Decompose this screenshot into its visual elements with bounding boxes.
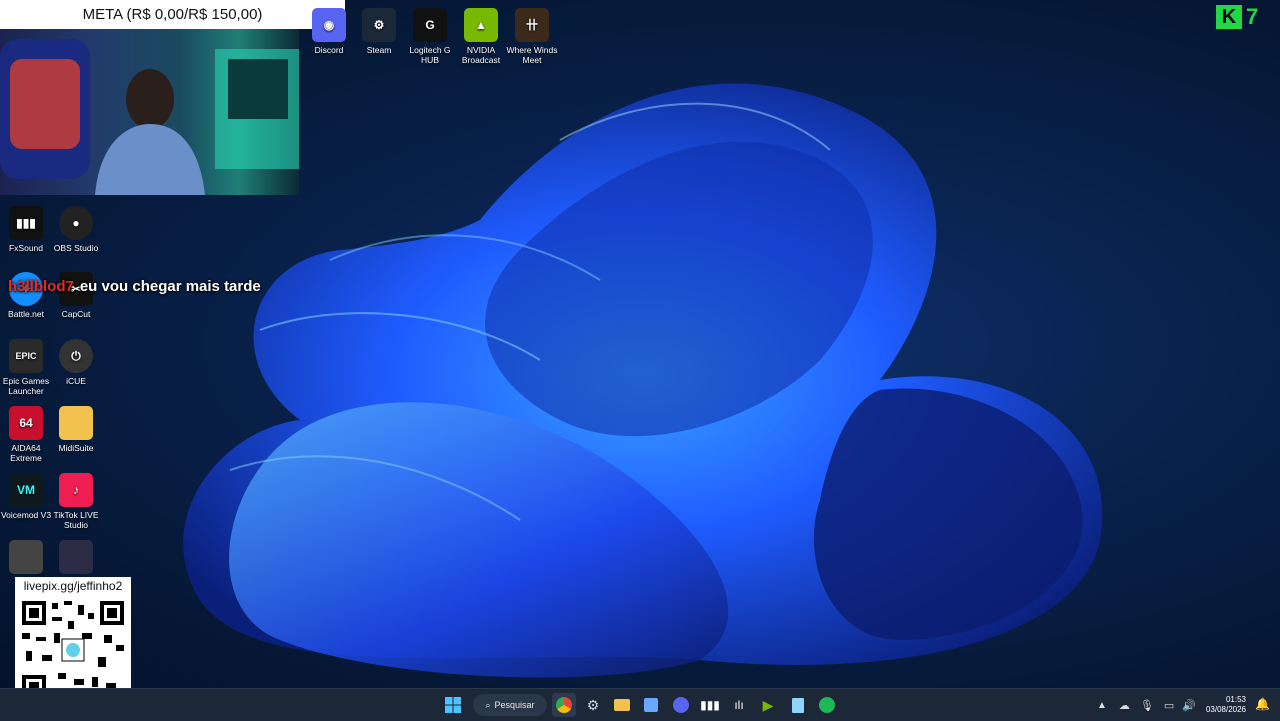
taskbar-discord[interactable] — [669, 693, 693, 717]
desktop-icon-epic[interactable]: EPIC Epic Games Launcher — [0, 339, 52, 396]
store-icon — [644, 698, 658, 712]
game-icon — [9, 540, 43, 574]
steam-icon: ⚙ — [362, 8, 396, 42]
onedrive-icon[interactable]: ☁ — [1119, 699, 1130, 712]
fxsound-icon: ılı — [734, 698, 744, 712]
file-explorer-icon — [614, 699, 630, 711]
discord-icon: ◉ — [312, 8, 346, 42]
chevron-up-icon[interactable]: ▲ — [1097, 700, 1107, 711]
qr-url-text: livepix.gg/jeffinho2 — [23, 579, 123, 593]
taskbar-fxsound[interactable]: ılı — [727, 693, 751, 717]
piano-icon: ▮▮▮ — [700, 698, 720, 712]
desktop-icon-label: Where Winds Meet — [506, 45, 558, 65]
webcam-overlay — [0, 29, 299, 195]
taskbar-search-label: Pesquisar — [494, 700, 535, 710]
desktop-icon-obs[interactable]: ● OBS Studio — [50, 206, 102, 253]
desktop-icon-label: Steam — [366, 45, 392, 55]
notification-bell-icon[interactable]: 🔔 — [1255, 697, 1270, 711]
desktop-icon-discord[interactable]: ◉ Discord — [303, 8, 355, 55]
chat-overlay: h3llblod7 eu vou chegar mais tarde — [8, 275, 261, 297]
desktop-icon-midisuite[interactable]: MidiSuite — [50, 406, 102, 453]
desktop-icon-label: Epic Games Launcher — [2, 376, 50, 396]
tiktok-icon: ♪ — [59, 473, 93, 507]
logo-k: K — [1216, 5, 1242, 29]
logo-7: 7 — [1246, 4, 1259, 29]
taskbar-chrome[interactable] — [552, 693, 576, 717]
start-button[interactable] — [441, 693, 465, 717]
chrome-icon — [556, 697, 572, 713]
desktop-icon-label: CapCut — [61, 309, 91, 319]
desktop-icon-aida64[interactable]: 64 AIDA64 Extreme — [0, 406, 52, 463]
desktop-icon-label: MidiSuite — [58, 443, 94, 453]
nvidia-icon: ▲ — [464, 8, 498, 42]
clock-date: 03/08/2026 — [1205, 705, 1246, 714]
taskbar: ⌕ Pesquisar ⚙ ▮▮▮ ılı ▶ ▲ ☁ 🎙 ▭ 🔊 01:53 … — [0, 688, 1280, 721]
chat-message: eu vou chegar mais tarde — [79, 277, 261, 295]
fxsound-icon: ▮▮▮ — [9, 206, 43, 240]
voicemod-icon: VM — [9, 473, 43, 507]
taskbar-piano[interactable]: ▮▮▮ — [698, 693, 722, 717]
desktop-icon-nvidia[interactable]: ▲ NVIDIA Broadcast — [455, 8, 507, 65]
desktop-icon-label: NVIDIA Broadcast — [461, 45, 501, 65]
game-icon — [59, 540, 93, 574]
desktop-icon-label: OBS Studio — [53, 243, 99, 253]
game-icon: 卄 — [515, 8, 549, 42]
desktop-icon-label: Discord — [314, 45, 344, 55]
desktop-icon-logitech[interactable]: G Logitech G HUB — [404, 8, 456, 65]
desktop-icon-partial[interactable] — [50, 540, 102, 577]
qr-code-panel: livepix.gg/jeffinho2 — [15, 577, 131, 705]
folder-icon — [59, 406, 93, 440]
nvidia-icon: ▶ — [762, 696, 774, 713]
desktop-icon-tiktok-live[interactable]: ♪ TikTok LIVE Studio — [50, 473, 102, 530]
spotify-icon — [819, 697, 835, 713]
desktop-icon-label: Voicemod V3 — [0, 510, 52, 520]
desktop-icon-label: TikTok LIVE Studio — [53, 510, 99, 530]
desktop-icon-steam[interactable]: ⚙ Steam — [353, 8, 405, 55]
desktop-icon-label: iCUE — [66, 376, 86, 386]
search-icon: ⌕ — [485, 699, 491, 710]
notepad-icon — [792, 697, 804, 713]
chat-username: h3llblod7 — [8, 277, 74, 295]
taskbar-notepad[interactable] — [786, 693, 810, 717]
donation-goal-text: META (R$ 0,00/R$ 150,00) — [82, 6, 263, 23]
clock-time: 01:53 — [1225, 695, 1246, 704]
network-icon[interactable]: ▭ — [1164, 699, 1174, 712]
desktop-icon-label: Battle.net — [8, 309, 44, 319]
desktop-icon-label: Logitech G HUB — [409, 45, 451, 65]
taskbar-steam[interactable]: ⚙ — [581, 693, 605, 717]
logitech-icon: G — [413, 8, 447, 42]
taskbar-spotify[interactable] — [815, 693, 839, 717]
desktop-icon-label: FxSound — [8, 243, 44, 253]
epic-icon: EPIC — [9, 339, 43, 373]
discord-icon — [673, 697, 689, 713]
taskbar-store[interactable] — [639, 693, 663, 717]
streamer-logo: K 7 — [1216, 4, 1258, 30]
steam-icon: ⚙ — [586, 696, 600, 713]
desktop-icon-icue[interactable]: ⏻ iCUE — [50, 339, 102, 386]
desktop-icon-voicemod[interactable]: VM Voicemod V3 — [0, 473, 52, 520]
taskbar-file-explorer[interactable] — [610, 693, 634, 717]
microphone-icon[interactable]: 🎙 — [1140, 699, 1154, 712]
aida64-icon: 64 — [9, 406, 43, 440]
donation-goal-banner: META (R$ 0,00/R$ 150,00) — [0, 0, 345, 29]
taskbar-search[interactable]: ⌕ Pesquisar — [473, 694, 547, 716]
system-tray: ▲ ☁ 🎙 ▭ 🔊 01:53 03/08/2026 — [1097, 689, 1280, 721]
desktop-icon-label: AIDA64 Extreme — [10, 443, 42, 463]
icue-icon: ⏻ — [59, 339, 93, 373]
desktop-icon-where-winds-meet[interactable]: 卄 Where Winds Meet — [506, 8, 558, 65]
volume-icon[interactable]: 🔊 — [1182, 699, 1196, 712]
taskbar-nvidia[interactable]: ▶ — [756, 693, 780, 717]
desktop-icon-partial[interactable] — [0, 540, 52, 577]
windows-start-icon — [445, 697, 461, 713]
desktop-icon-fxsound[interactable]: ▮▮▮ FxSound — [0, 206, 52, 253]
obs-icon: ● — [59, 206, 93, 240]
taskbar-clock[interactable]: 01:53 03/08/2026 — [1206, 695, 1246, 715]
